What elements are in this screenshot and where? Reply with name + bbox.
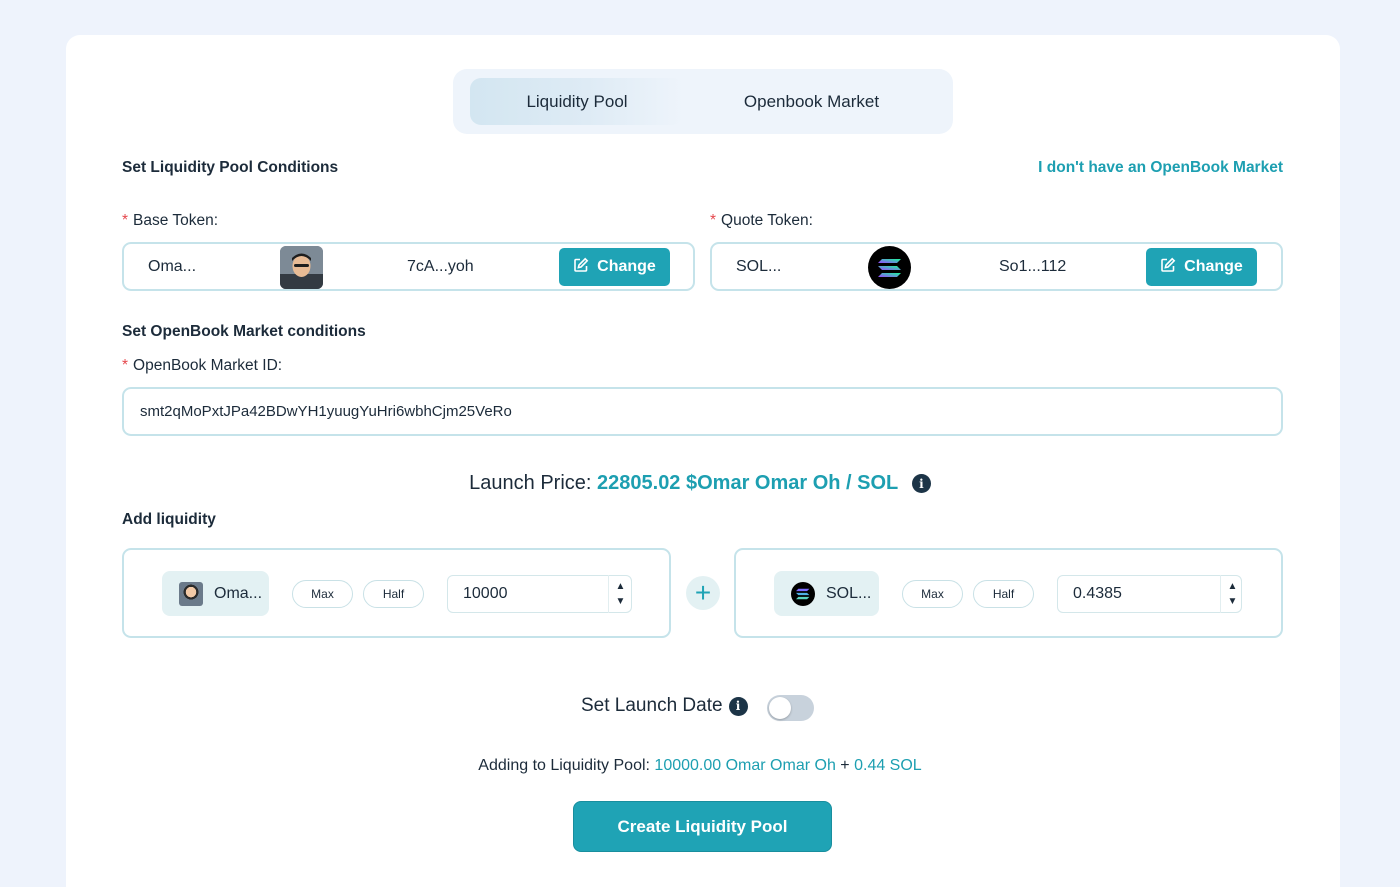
quote-token-label: * Quote Token: bbox=[710, 212, 813, 230]
info-icon[interactable]: i bbox=[911, 474, 931, 494]
edit-icon bbox=[1160, 257, 1176, 278]
solana-logo-icon bbox=[791, 581, 815, 606]
summary-quote-amount: 0.44 SOL bbox=[854, 757, 922, 774]
tab-liquidity-pool[interactable]: Liquidity Pool bbox=[470, 78, 684, 125]
base-token-chip[interactable]: Oma... bbox=[162, 571, 269, 616]
quote-liquidity-box: SOL... Max Half ▲ ▼ bbox=[734, 548, 1283, 638]
base-token-address: 7cA...yoh bbox=[407, 258, 474, 275]
summary-base-amount: 10000.00 Omar Omar Oh bbox=[654, 757, 836, 774]
base-liquidity-box: Oma... Max Half ▲ ▼ bbox=[122, 548, 671, 638]
base-chip-label: Oma... bbox=[214, 584, 263, 602]
base-half-button[interactable]: Half bbox=[363, 580, 424, 608]
base-token-name: Oma... bbox=[148, 258, 197, 275]
base-change-button[interactable]: Change bbox=[559, 248, 670, 286]
market-id-input[interactable] bbox=[122, 387, 1283, 436]
base-max-button[interactable]: Max bbox=[292, 580, 353, 608]
quote-token-field: SOL... So1...112 Change bbox=[710, 242, 1283, 291]
launch-date-label: Set Launch Date i bbox=[581, 695, 748, 717]
launch-price-value: 22805.02 $Omar Omar Oh / SOL bbox=[597, 472, 899, 494]
edit-icon bbox=[573, 257, 589, 278]
tab-bar: Liquidity Pool Openbook Market bbox=[453, 69, 953, 134]
base-amount-stepper[interactable]: ▲ ▼ bbox=[608, 575, 632, 613]
market-id-label: * OpenBook Market ID: bbox=[122, 357, 282, 375]
quote-token-label-text: Quote Token: bbox=[721, 212, 813, 229]
market-id-label-text: OpenBook Market ID: bbox=[133, 357, 283, 374]
info-icon[interactable]: i bbox=[728, 696, 748, 716]
quote-token-chip[interactable]: SOL... bbox=[774, 571, 879, 616]
quote-half-button[interactable]: Half bbox=[973, 580, 1034, 608]
market-conditions-title: Set OpenBook Market conditions bbox=[122, 323, 366, 340]
quote-max-button[interactable]: Max bbox=[902, 580, 963, 608]
liquidity-summary: Adding to Liquidity Pool: 10000.00 Omar … bbox=[0, 757, 1400, 775]
summary-prefix: Adding to Liquidity Pool: bbox=[478, 757, 650, 774]
quote-chip-label: SOL... bbox=[826, 584, 872, 602]
required-mark: * bbox=[122, 357, 129, 374]
launch-date-toggle[interactable] bbox=[767, 695, 814, 721]
required-mark: * bbox=[710, 212, 717, 229]
create-liquidity-pool-button[interactable]: Create Liquidity Pool bbox=[573, 801, 832, 852]
increment-icon[interactable]: ▲ bbox=[616, 579, 626, 594]
quote-token-address: So1...112 bbox=[999, 258, 1067, 275]
quote-token-name: SOL... bbox=[736, 258, 782, 275]
decrement-icon[interactable]: ▼ bbox=[616, 594, 626, 609]
user-avatar-icon bbox=[280, 246, 323, 289]
add-liquidity-title: Add liquidity bbox=[122, 511, 216, 528]
tab-openbook-market[interactable]: Openbook Market bbox=[703, 78, 920, 125]
decrement-icon[interactable]: ▼ bbox=[1228, 594, 1238, 609]
increment-icon[interactable]: ▲ bbox=[1228, 579, 1238, 594]
summary-plus: + bbox=[840, 757, 850, 774]
launch-price-label: Launch Price: bbox=[469, 472, 592, 494]
quote-change-button[interactable]: Change bbox=[1146, 248, 1257, 286]
base-token-label: * Base Token: bbox=[122, 212, 218, 230]
no-market-link[interactable]: I don't have an OpenBook Market bbox=[1038, 159, 1283, 177]
base-change-label: Change bbox=[597, 258, 656, 275]
toggle-knob bbox=[769, 697, 791, 719]
plus-icon: + bbox=[686, 576, 720, 610]
quote-amount-stepper[interactable]: ▲ ▼ bbox=[1220, 575, 1244, 613]
user-avatar-icon bbox=[179, 581, 203, 606]
launch-date-text: Set Launch Date bbox=[581, 695, 723, 716]
pool-conditions-title: Set Liquidity Pool Conditions bbox=[122, 159, 339, 176]
base-amount-input[interactable] bbox=[447, 575, 632, 613]
quote-change-label: Change bbox=[1184, 258, 1243, 275]
quote-amount-input[interactable] bbox=[1057, 575, 1242, 613]
base-token-field: Oma... 7cA...yoh Change bbox=[122, 242, 695, 291]
required-mark: * bbox=[122, 212, 129, 229]
launch-price: Launch Price: 22805.02 $Omar Omar Oh / S… bbox=[0, 472, 1400, 495]
base-token-label-text: Base Token: bbox=[133, 212, 219, 229]
solana-logo-icon bbox=[868, 246, 911, 289]
